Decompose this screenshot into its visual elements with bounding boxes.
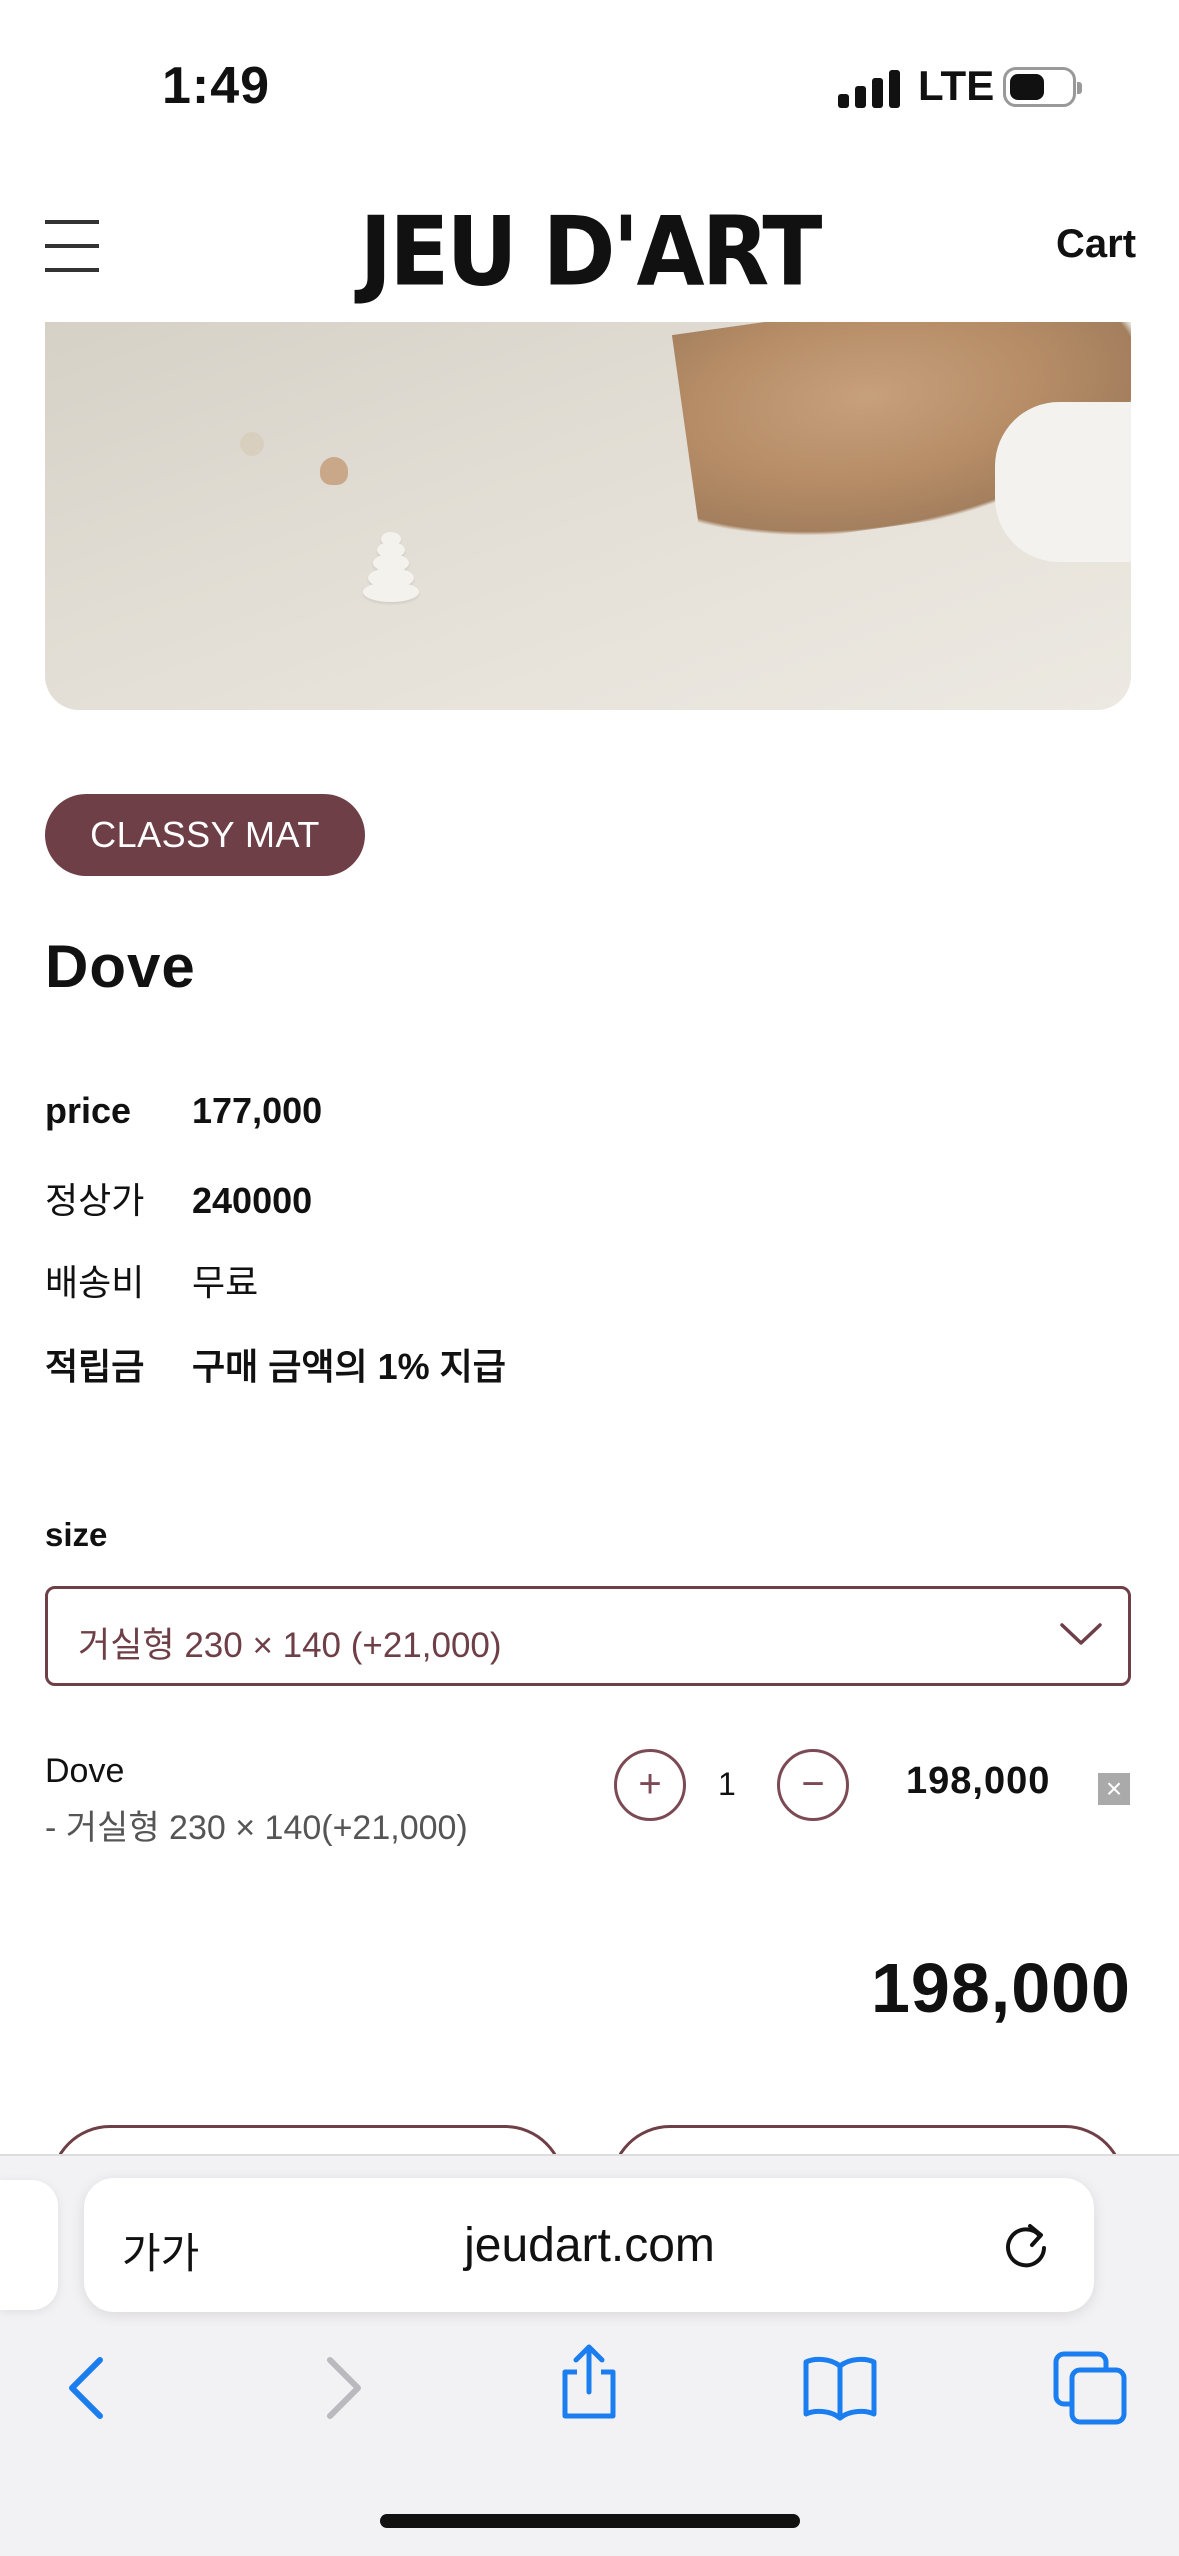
home-indicator [380, 2514, 800, 2528]
size-select[interactable]: 거실형 230 × 140 (+21,000) [45, 1586, 1131, 1686]
info-value: 240000 [192, 1180, 313, 1221]
reload-icon[interactable] [996, 2214, 1056, 2274]
quantity-increase-button[interactable]: + [614, 1749, 686, 1821]
cart-link[interactable]: Cart [1056, 222, 1136, 267]
info-label: price [45, 1090, 132, 1131]
share-icon[interactable] [549, 2342, 629, 2422]
info-value: 구매 금액의 1% 지급 [192, 1346, 506, 1387]
status-time: 1:49 [162, 57, 271, 115]
info-label: 배송비 [45, 1262, 145, 1303]
battery-icon [1003, 67, 1082, 107]
info-row-regular-price: 정상가 240000 [45, 1172, 312, 1224]
signal-icon [838, 68, 900, 108]
info-value: 무료 [192, 1262, 259, 1303]
size-select-value: 거실형 230 × 140 (+21,000) [78, 1626, 502, 1665]
brand-logo[interactable]: JEU D'ART [0, 196, 1179, 307]
chevron-down-icon [1060, 1623, 1102, 1645]
category-badge[interactable]: CLASSY MAT [45, 794, 365, 876]
info-label: 적립금 [45, 1346, 145, 1387]
selected-item-name: Dove [45, 1752, 125, 1790]
bookmarks-icon[interactable] [800, 2348, 880, 2428]
quantity-value: 1 [718, 1766, 736, 1802]
selected-item-price: 198,000 [906, 1760, 1051, 1802]
remove-item-button[interactable]: × [1098, 1773, 1130, 1805]
network-type: LTE [918, 62, 995, 109]
info-row-points: 적립금 구매 금액의 1% 지급 [45, 1338, 506, 1390]
forward-icon[interactable] [302, 2348, 382, 2428]
info-label: 정상가 [45, 1180, 145, 1221]
tabs-icon[interactable] [1050, 2348, 1130, 2428]
info-value: 177,000 [192, 1090, 323, 1131]
back-icon[interactable] [48, 2348, 128, 2428]
info-row-price: price 177,000 [45, 1090, 322, 1132]
quantity-decrease-button[interactable]: − [777, 1749, 849, 1821]
total-price: 198,000 [870, 1949, 1131, 2027]
size-label: size [45, 1516, 108, 1553]
selected-item-detail: - 거실형 230 × 140(+21,000) [45, 1809, 468, 1847]
product-title: Dove [45, 933, 196, 1000]
product-image [45, 322, 1131, 710]
info-row-shipping: 배송비 무료 [45, 1254, 258, 1306]
